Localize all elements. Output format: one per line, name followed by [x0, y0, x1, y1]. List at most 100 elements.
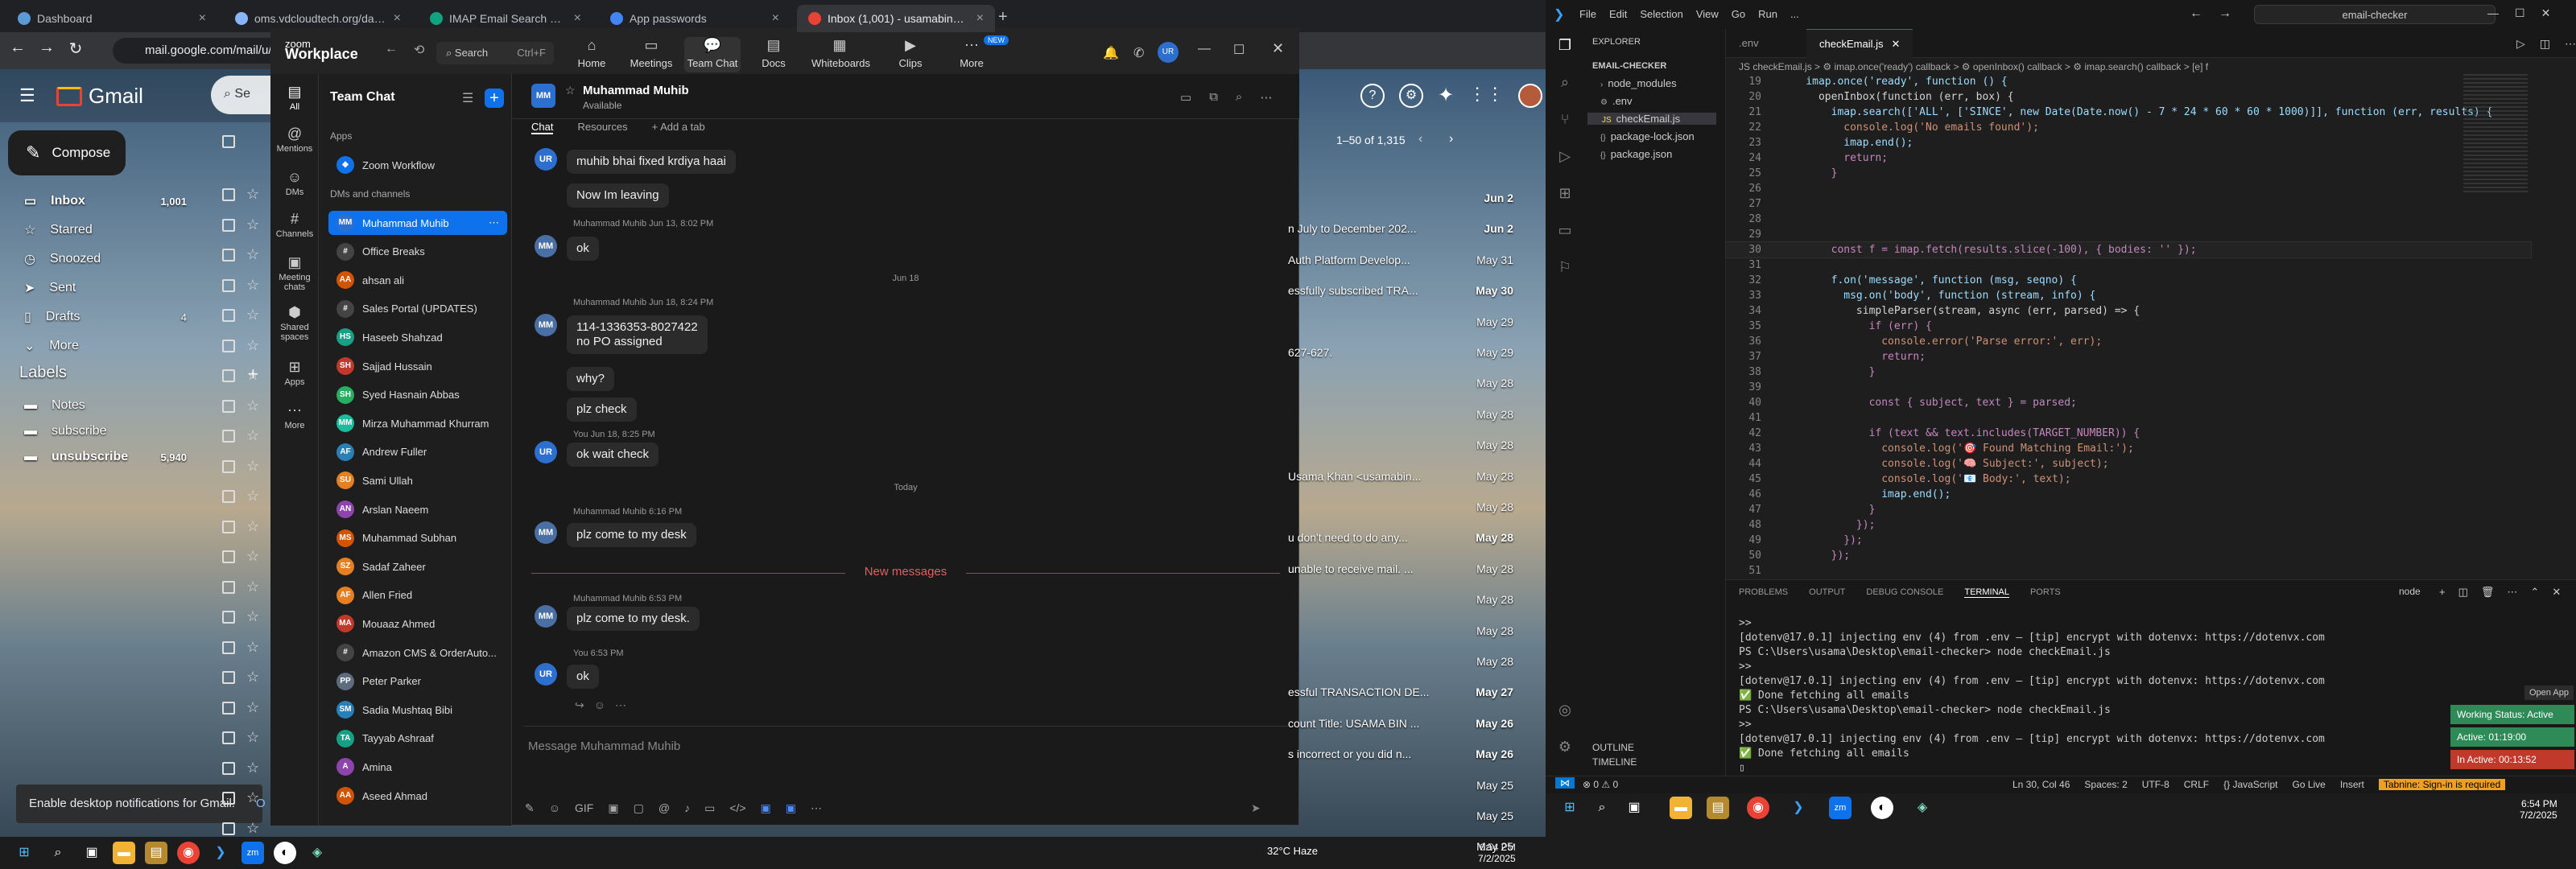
account-avatar[interactable]	[1518, 84, 1543, 108]
browser-tab[interactable]: oms.vdcloudtech.org/dashboard ×	[224, 5, 412, 32]
chat-tab[interactable]: Chat	[531, 121, 554, 134]
app2-icon[interactable]: ▣	[786, 801, 796, 815]
row-star-icon[interactable]: ☆	[246, 427, 259, 444]
message-bubble[interactable]: plz come to my desk	[567, 523, 696, 547]
breadcrumb[interactable]: JS checkEmail.js > ⚙ imap.once('ready') …	[1739, 61, 2463, 72]
menu-icon[interactable]: ☰	[19, 85, 35, 106]
tab-close-icon[interactable]: ×	[976, 11, 984, 26]
menu-item[interactable]: Edit	[1609, 8, 1627, 20]
row-star-icon[interactable]: ☆	[246, 367, 259, 384]
gmail-nav-item[interactable]: ➤ Sent	[0, 274, 201, 303]
dms-section-label[interactable]: DMs and channels	[330, 188, 410, 200]
file-item[interactable]: {} package.json	[1592, 148, 1672, 160]
row-checkbox[interactable]	[222, 249, 235, 262]
file-item[interactable]: ⚙ .env	[1592, 95, 1633, 107]
screenshot-icon[interactable]: ▣	[608, 801, 618, 815]
help-icon[interactable]: ?	[1360, 84, 1385, 108]
star-icon[interactable]: ☆	[565, 84, 576, 97]
problems-status[interactable]: ⊗ 0 ⚠ 0	[1583, 779, 1618, 790]
gmail-nav-item[interactable]: ▭ Inbox 1,001	[0, 187, 201, 216]
video-icon[interactable]: ▭	[1180, 90, 1191, 105]
contact-item[interactable]: SH Sajjad Hussain	[328, 354, 507, 378]
right-start-icon[interactable]: ⊞	[1558, 797, 1581, 819]
row-star-icon[interactable]: ☆	[246, 820, 259, 837]
contact-item[interactable]: SM Sadia Mushtaq Bibi	[328, 698, 507, 722]
row-star-icon[interactable]: ☆	[246, 789, 259, 806]
split-terminal-icon[interactable]: ◫	[2458, 586, 2468, 599]
status-item[interactable]: {} JavaScript	[2223, 779, 2277, 790]
status-item[interactable]: CRLF	[2184, 779, 2209, 790]
kill-terminal-icon[interactable]: 🗑	[2481, 586, 2495, 599]
row-checkbox[interactable]	[222, 822, 235, 835]
file-item[interactable]: › node_modules	[1592, 77, 1677, 89]
terminal-output[interactable]: >> [dotenv@17.0.1] injecting env (4) from…	[1739, 616, 2544, 776]
accounts-icon[interactable]: ◎	[1555, 702, 1575, 721]
gif-icon[interactable]: GIF	[575, 801, 593, 815]
chat-tab[interactable]: + Add a tab	[652, 121, 705, 134]
row-star-icon[interactable]: ☆	[246, 277, 259, 294]
message-bubble[interactable]: 114-1336353-8027422 no PO assigned	[567, 315, 708, 354]
row-star-icon[interactable]: ☆	[246, 639, 259, 656]
tabnine-taskbar-icon[interactable]: ◈	[306, 842, 328, 864]
row-checkbox[interactable]	[222, 459, 235, 473]
rail-shared-spaces[interactable]: ⬢ Shared spaces	[270, 304, 319, 342]
gmail-nav-item[interactable]: ☆ Starred	[0, 216, 201, 245]
search-view-icon[interactable]: ⌕	[1555, 74, 1575, 93]
row-checkbox[interactable]	[222, 550, 235, 563]
contact-more-icon[interactable]: ⋯	[489, 216, 499, 229]
row-star-icon[interactable]: ☆	[246, 760, 259, 776]
run-icon[interactable]: ▷	[2516, 37, 2525, 51]
chrome-icon[interactable]: ◉	[177, 842, 200, 864]
reply-icon[interactable]: ↪	[575, 698, 584, 712]
contact-item[interactable]: A Amina	[328, 755, 507, 779]
file-item[interactable]: JS checkEmail.js	[1587, 113, 1716, 125]
terminal-shell-label[interactable]: node	[2399, 586, 2421, 597]
message-avatar[interactable]: UR	[535, 663, 557, 686]
tab-close-icon[interactable]: ×	[772, 11, 779, 26]
contact-item[interactable]: MM Mirza Muhammad Khurram	[328, 411, 507, 435]
row-checkbox[interactable]	[222, 792, 235, 805]
rail-dms[interactable]: ☺ DMs	[270, 169, 319, 197]
row-star-icon[interactable]: ☆	[246, 548, 259, 565]
panel-tab[interactable]: OUTPUT	[1809, 587, 1845, 598]
message-bubble[interactable]: ok	[567, 665, 599, 689]
row-star-icon[interactable]: ☆	[246, 518, 259, 535]
zoom-tab-more[interactable]: ⋯ More	[943, 37, 1000, 72]
address-bar[interactable]: mail.google.com/mail/u/0/	[113, 38, 290, 64]
status-item[interactable]: Spaces: 2	[2084, 779, 2127, 790]
close-icon[interactable]: ✕	[1272, 40, 1284, 57]
message-bubble[interactable]: ok wait check	[567, 443, 659, 467]
right-vscode-icon[interactable]: ❯	[1787, 797, 1810, 819]
editor-more-icon[interactable]: ⋯	[2565, 37, 2576, 51]
outline-section[interactable]: OUTLINE	[1592, 742, 1634, 753]
row-star-icon[interactable]: ☆	[246, 608, 259, 625]
row-star-icon[interactable]: ☆	[246, 579, 259, 595]
filter-icon[interactable]: ☰	[462, 90, 473, 106]
row-checkbox[interactable]	[222, 611, 235, 624]
tab-close-icon[interactable]: ×	[394, 11, 401, 26]
row-checkbox[interactable]	[222, 309, 235, 322]
run-debug-icon[interactable]: ▷	[1555, 148, 1575, 167]
browser-tab[interactable]: Inbox (1,001) - usamabin2580@ ×	[797, 5, 995, 32]
minimap[interactable]	[2463, 74, 2528, 195]
menu-item[interactable]: Go	[1732, 8, 1745, 20]
gemini-icon[interactable]: ✦	[1438, 84, 1454, 108]
row-star-icon[interactable]: ☆	[246, 397, 259, 414]
row-checkbox[interactable]	[222, 671, 235, 684]
rail-channels[interactable]: # Channels	[270, 211, 319, 239]
attach-file-icon[interactable]: ▢	[634, 801, 644, 815]
apps-section-label[interactable]: Apps	[330, 130, 352, 142]
reload-icon[interactable]: ↻	[64, 39, 87, 59]
gmail-nav-item[interactable]: ▯ Drafts 4	[0, 303, 201, 332]
contact-item[interactable]: AA Aseed Ahmad	[328, 784, 507, 808]
panel-max-icon[interactable]: ⌃	[2530, 586, 2539, 599]
row-checkbox[interactable]	[222, 278, 235, 292]
row-star-icon[interactable]: ☆	[246, 216, 259, 233]
more-icon[interactable]: ⋯	[1260, 90, 1272, 105]
apps-grid-icon[interactable]: ⋮⋮	[1468, 84, 1504, 108]
minimize-icon[interactable]: —	[1198, 42, 1211, 56]
zoom-taskbar-icon[interactable]: zm	[242, 842, 264, 864]
workspace-folder[interactable]: EMAIL-CHECKER	[1592, 61, 1666, 71]
vscode-taskbar-icon[interactable]: ❯	[209, 842, 232, 864]
row-checkbox[interactable]	[222, 520, 235, 533]
